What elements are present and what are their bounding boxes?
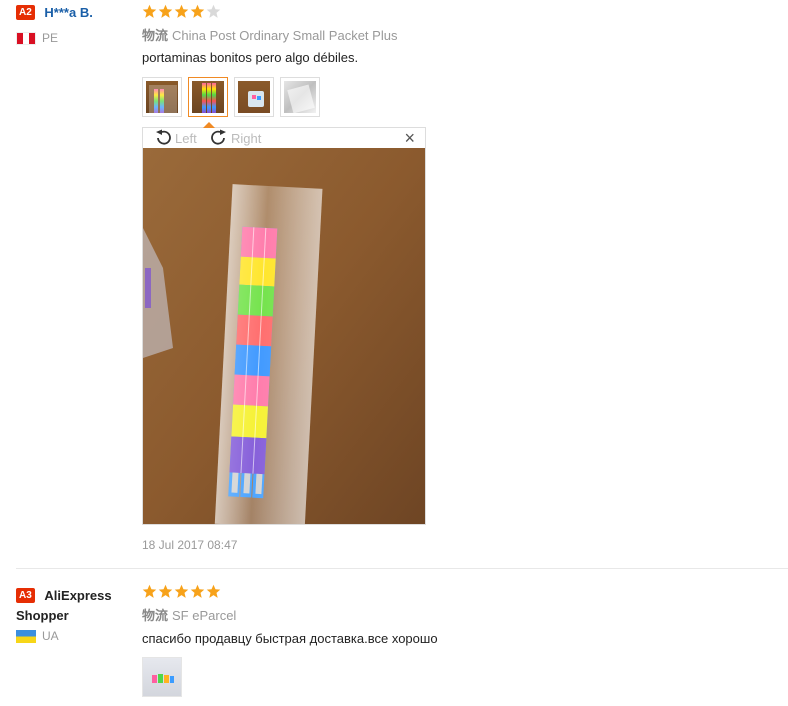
star-filled-icon <box>190 584 205 598</box>
rotate-left-icon <box>156 129 171 145</box>
peru-flag-icon <box>16 31 36 45</box>
review-item: A2 H***a B. PE 物流 China Post Ordinary Sma… <box>0 0 788 568</box>
star-filled-icon <box>158 584 173 598</box>
logistics-label: 物流 <box>142 28 169 43</box>
star-filled-icon <box>190 4 205 18</box>
reviewer-country: UA <box>16 629 59 643</box>
star-filled-icon <box>158 4 173 18</box>
reviewer-name[interactable]: H***a B. <box>44 5 92 20</box>
star-filled-icon <box>174 584 189 598</box>
photo-thumbnails <box>142 657 182 697</box>
reviewer-country: PE <box>16 31 58 45</box>
photo-thumbnails <box>142 77 320 117</box>
star-filled-icon <box>206 584 221 598</box>
reviewer-info: A2 H***a B. <box>16 4 93 21</box>
country-code: PE <box>42 31 59 45</box>
star-filled-icon <box>174 4 189 18</box>
review-text: portaminas bonitos pero algo débiles. <box>142 50 359 65</box>
logistics-label: 物流 <box>142 608 169 623</box>
shipping-name: SF eParcel <box>172 608 237 623</box>
shipping-name: China Post Ordinary Small Packet Plus <box>172 28 398 43</box>
review-date: 18 Jul 2017 08:47 <box>142 538 238 552</box>
rating-stars <box>142 4 221 19</box>
star-empty-icon <box>206 4 221 18</box>
close-viewer-button[interactable]: × <box>404 129 415 147</box>
rotate-right-icon <box>211 129 226 145</box>
viewer-toolbar: Left Right × <box>143 122 425 149</box>
country-code: UA <box>42 629 59 643</box>
rotate-right-label: Right <box>231 130 262 146</box>
review-item: A3 AliExpress Shopper UA 物流 SF eParcel сп… <box>0 569 788 706</box>
shipping-method: 物流 China Post Ordinary Small Packet Plus <box>142 25 397 44</box>
review-photo-thumb[interactable] <box>142 657 182 697</box>
reviewer-info: A3 AliExpress Shopper <box>16 585 126 625</box>
level-badge: A3 <box>16 588 35 604</box>
review-photo-thumb[interactable] <box>142 77 182 117</box>
star-filled-icon <box>142 584 157 598</box>
review-photo-thumb[interactable] <box>234 77 274 117</box>
star-filled-icon <box>142 4 157 18</box>
ukraine-flag-icon <box>16 629 36 643</box>
rotate-right-button[interactable]: Right <box>209 128 261 148</box>
review-text: спасибо продавцу быстрая доставка.все хо… <box>142 631 438 646</box>
pencils-photo <box>143 148 425 524</box>
review-photo-large <box>143 148 425 524</box>
rotate-left-label: Left <box>175 130 197 146</box>
review-photo-thumb[interactable] <box>280 77 320 117</box>
shipping-method: 物流 SF eParcel <box>142 605 236 624</box>
photo-viewer: Left Right × <box>142 122 426 525</box>
review-photo-thumb-active[interactable] <box>188 77 228 117</box>
rating-stars <box>142 584 221 599</box>
level-badge: A2 <box>16 5 35 21</box>
rotate-left-button[interactable]: Left <box>153 128 197 148</box>
